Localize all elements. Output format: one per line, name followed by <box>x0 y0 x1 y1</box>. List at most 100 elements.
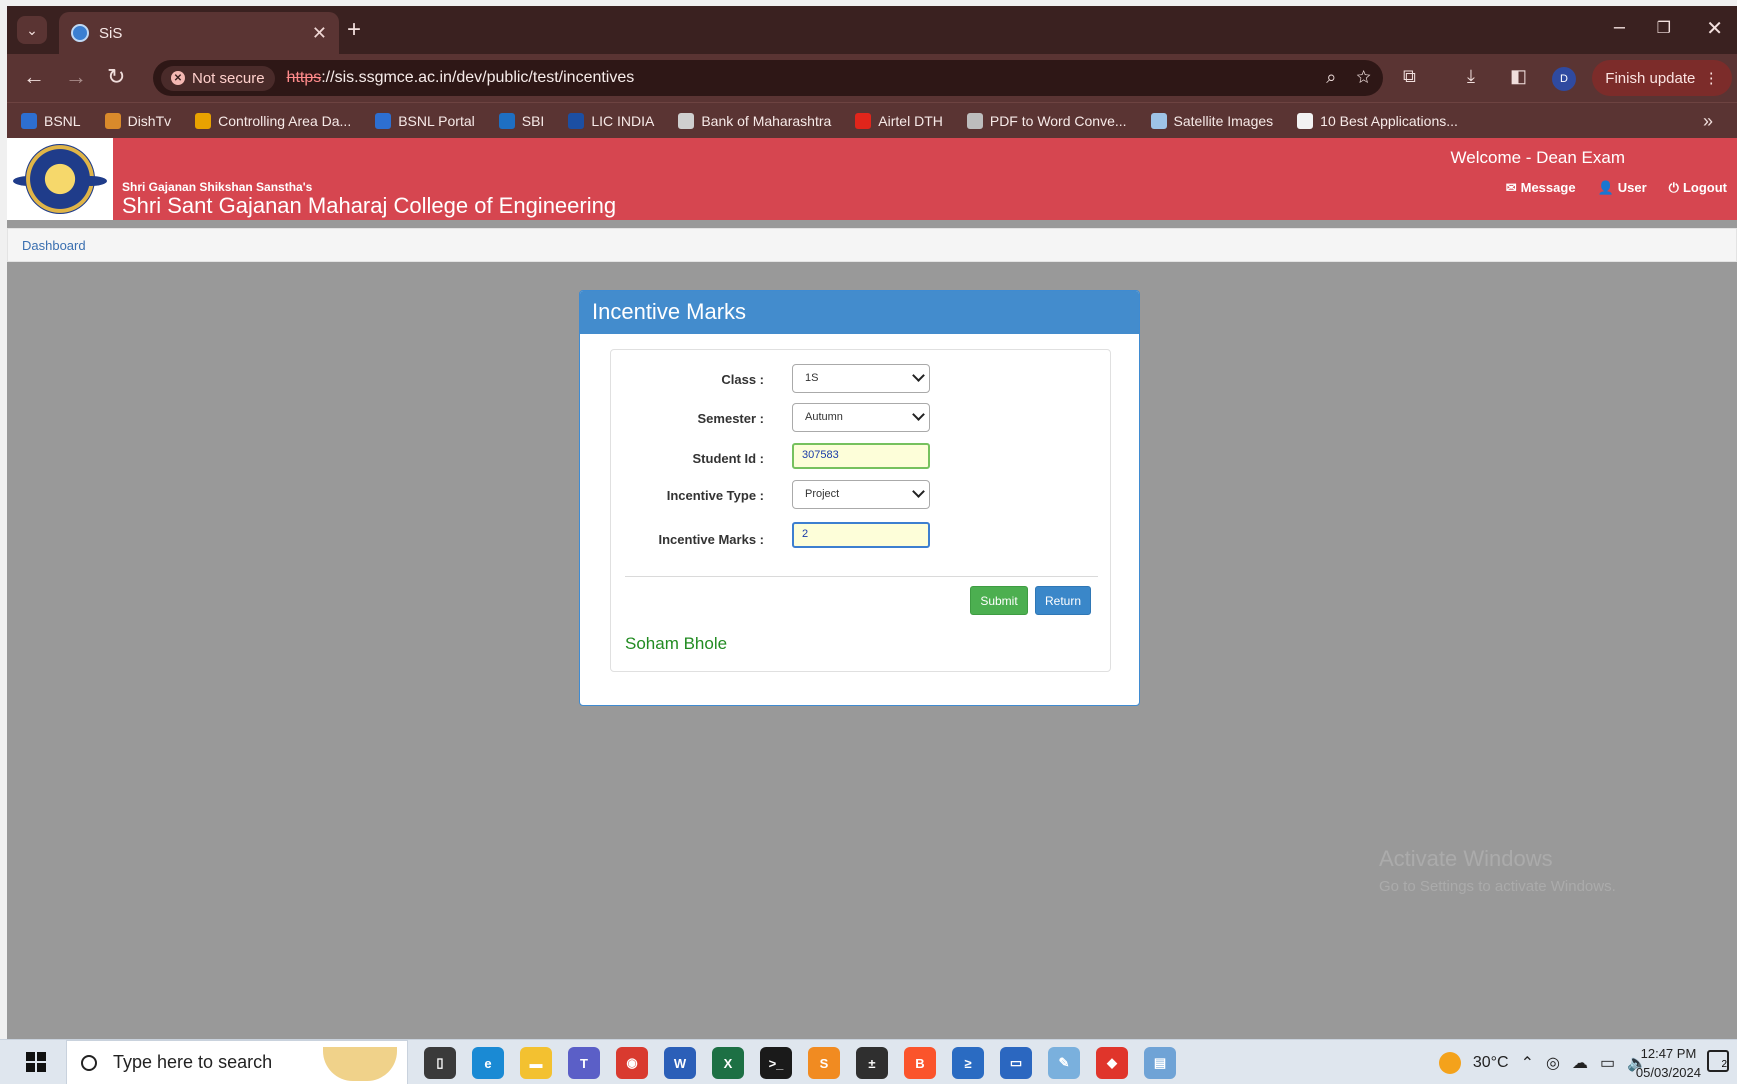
teams-icon[interactable]: T <box>568 1047 600 1079</box>
bookmark-item[interactable]: BSNL Portal <box>375 112 475 129</box>
student-id-input[interactable]: 307583 <box>792 443 930 469</box>
notification-count: 2 <box>1721 1059 1727 1070</box>
meet-icon[interactable]: ◎ <box>1546 1053 1560 1073</box>
sublime-icon[interactable]: S <box>808 1047 840 1079</box>
chrome-icon[interactable]: ◉ <box>616 1047 648 1079</box>
excel-icon[interactable]: X <box>712 1047 744 1079</box>
url-path: ://sis.ssgmce.ac.in/dev/public/test/ince… <box>321 69 635 86</box>
terminal-icon[interactable]: >_ <box>760 1047 792 1079</box>
weather-icon[interactable] <box>1438 1051 1461 1074</box>
new-tab-button[interactable]: + <box>347 18 361 42</box>
more-bookmarks-icon[interactable]: » <box>1703 111 1713 132</box>
user-link[interactable]: 👤 User <box>1598 180 1647 196</box>
git-icon[interactable]: ± <box>856 1047 888 1079</box>
reload-icon[interactable]: ↻ <box>107 64 125 90</box>
word-icon[interactable]: W <box>664 1047 696 1079</box>
bookmark-item[interactable]: SBI <box>498 112 544 129</box>
activation-watermark: Activate Windows Go to Settings to activ… <box>1379 846 1616 895</box>
downloads-icon[interactable]: ⤓ <box>1467 66 1475 87</box>
brave-icon[interactable]: B <box>904 1047 936 1079</box>
chevron-down-icon <box>912 369 925 382</box>
back-icon[interactable]: ← <box>23 64 45 90</box>
task-view-icon[interactable]: ▯ <box>424 1047 456 1079</box>
bookmark-label: Bank of Maharashtra <box>701 112 832 129</box>
message-link[interactable]: ✉ Message <box>1506 180 1576 196</box>
notification-center-icon[interactable]: 2 <box>1707 1050 1729 1072</box>
restore-icon[interactable]: ❐ <box>1657 18 1671 38</box>
notepad-icon[interactable]: ▤ <box>1144 1047 1176 1079</box>
system-tray: 30°C ⌃ ◎ ☁ ▭ 🔈 <box>1438 1040 1647 1084</box>
college-name: Shri Sant Gajanan Maharaj College of Eng… <box>122 193 617 218</box>
finish-update-button[interactable]: Finish update ⋮ <box>1592 60 1732 96</box>
class-label: Class : <box>721 372 764 387</box>
taskbar-search-box[interactable]: Type here to search <box>66 1040 408 1084</box>
class-value: 1S <box>805 372 819 384</box>
welcome-text: Welcome - Dean Exam <box>1450 148 1625 167</box>
taskbar-search-placeholder: Type here to search <box>113 1052 273 1072</box>
tab-search-button[interactable]: ⌄ <box>17 16 47 44</box>
chevron-up-icon[interactable]: ⌃ <box>1521 1053 1534 1073</box>
sticky-notes-icon[interactable]: ▭ <box>1000 1047 1032 1079</box>
zoom-icon[interactable]: ⌕ <box>1326 67 1336 87</box>
pinned-apps: ▯ e ▬ T ◉ W X >_ S ± B ≥ ▭ ✎ ◆ ▤ <box>424 1047 1176 1079</box>
logout-link[interactable]: ⏻ Logout <box>1669 180 1727 196</box>
semester-row: Semester : Autumn <box>611 403 1110 433</box>
pdf-icon <box>966 112 983 129</box>
omnibox-icons: ⌕ ☆ <box>1326 67 1371 88</box>
browser-toolbar: ← → ↻ ✕ Not secure https://sis.ssgmce.ac… <box>7 54 1737 102</box>
bookmark-label: BSNL <box>44 112 81 129</box>
bookmark-item[interactable]: Controlling Area Da... <box>195 112 351 129</box>
class-select[interactable]: 1S <box>792 364 930 393</box>
student-id-row: Student Id : 307583 <box>611 443 1110 473</box>
network-icon[interactable]: ▭ <box>1600 1053 1615 1073</box>
student-name: Soham Bhole <box>625 634 728 653</box>
side-panel-icon[interactable]: ◧ <box>1510 66 1527 87</box>
anydesk-icon[interactable]: ◆ <box>1096 1047 1128 1079</box>
semester-value: Autumn <box>805 411 843 423</box>
forward-icon[interactable]: → <box>65 64 87 90</box>
close-tab-icon[interactable]: ✕ <box>312 23 327 44</box>
window-close-icon[interactable]: ✕ <box>1706 16 1723 41</box>
bookmark-item[interactable]: 10 Best Applications... <box>1297 112 1458 129</box>
browser-tab[interactable]: SiS ✕ <box>59 12 339 54</box>
profile-avatar[interactable]: D <box>1552 67 1576 91</box>
incentive-type-row: Incentive Type : Project <box>611 480 1110 510</box>
bookmark-item[interactable]: DishTv <box>104 112 171 129</box>
bookmark-item[interactable]: PDF to Word Conve... <box>966 112 1127 129</box>
security-chip[interactable]: ✕ Not secure <box>161 65 275 91</box>
incentive-type-select[interactable]: Project <box>792 480 930 509</box>
minimize-icon[interactable]: – <box>1614 16 1625 39</box>
app-icon <box>1297 112 1314 129</box>
url-text[interactable]: https://sis.ssgmce.ac.in/dev/public/test… <box>287 69 635 87</box>
clock[interactable]: 12:47 PM 05/03/2024 <box>1636 1044 1701 1082</box>
browser-window: ⌄ SiS ✕ + – ❐ ✕ ← → ↻ ✕ Not secure https… <box>7 6 1737 1039</box>
return-button[interactable]: Return <box>1035 586 1091 615</box>
bookmark-item[interactable]: Airtel DTH <box>855 112 943 129</box>
temperature[interactable]: 30°C <box>1473 1054 1509 1072</box>
logo-wing-right <box>75 176 107 186</box>
windows-start-icon[interactable] <box>26 1052 46 1072</box>
submit-button[interactable]: Submit <box>970 586 1028 615</box>
semester-label: Semester : <box>697 411 764 426</box>
clock-date: 05/03/2024 <box>1635 1065 1701 1080</box>
sbi-icon <box>498 112 515 129</box>
extensions-icon[interactable]: ⧉ <box>1403 66 1416 87</box>
incentive-marks-input[interactable]: 2 <box>792 522 930 548</box>
powershell-icon[interactable]: ≥ <box>952 1047 984 1079</box>
dashboard-link[interactable]: Dashboard <box>22 238 86 253</box>
bookmark-star-icon[interactable]: ☆ <box>1356 67 1371 87</box>
bookmark-item[interactable]: Satellite Images <box>1150 112 1273 129</box>
file-explorer-icon[interactable]: ▬ <box>520 1047 552 1079</box>
paint-icon[interactable]: ✎ <box>1048 1047 1080 1079</box>
address-bar[interactable]: ✕ Not secure https://sis.ssgmce.ac.in/de… <box>153 60 1383 96</box>
semester-select[interactable]: Autumn <box>792 403 930 432</box>
globe-icon <box>678 112 695 129</box>
bookmark-label: LIC INDIA <box>591 112 655 129</box>
bookmark-item[interactable]: LIC INDIA <box>568 112 655 129</box>
bookmark-item[interactable]: BSNL <box>21 112 81 129</box>
windows-taskbar: Type here to search ▯ e ▬ T ◉ W X >_ S ± B ≥ ▭ ✎ ◆ ▤ 30… <box>0 1039 1737 1084</box>
edge-icon[interactable]: e <box>472 1047 504 1079</box>
warning-icon: ✕ <box>171 71 185 85</box>
onedrive-icon[interactable]: ☁ <box>1572 1053 1588 1073</box>
bookmark-item[interactable]: Bank of Maharashtra <box>678 112 832 129</box>
